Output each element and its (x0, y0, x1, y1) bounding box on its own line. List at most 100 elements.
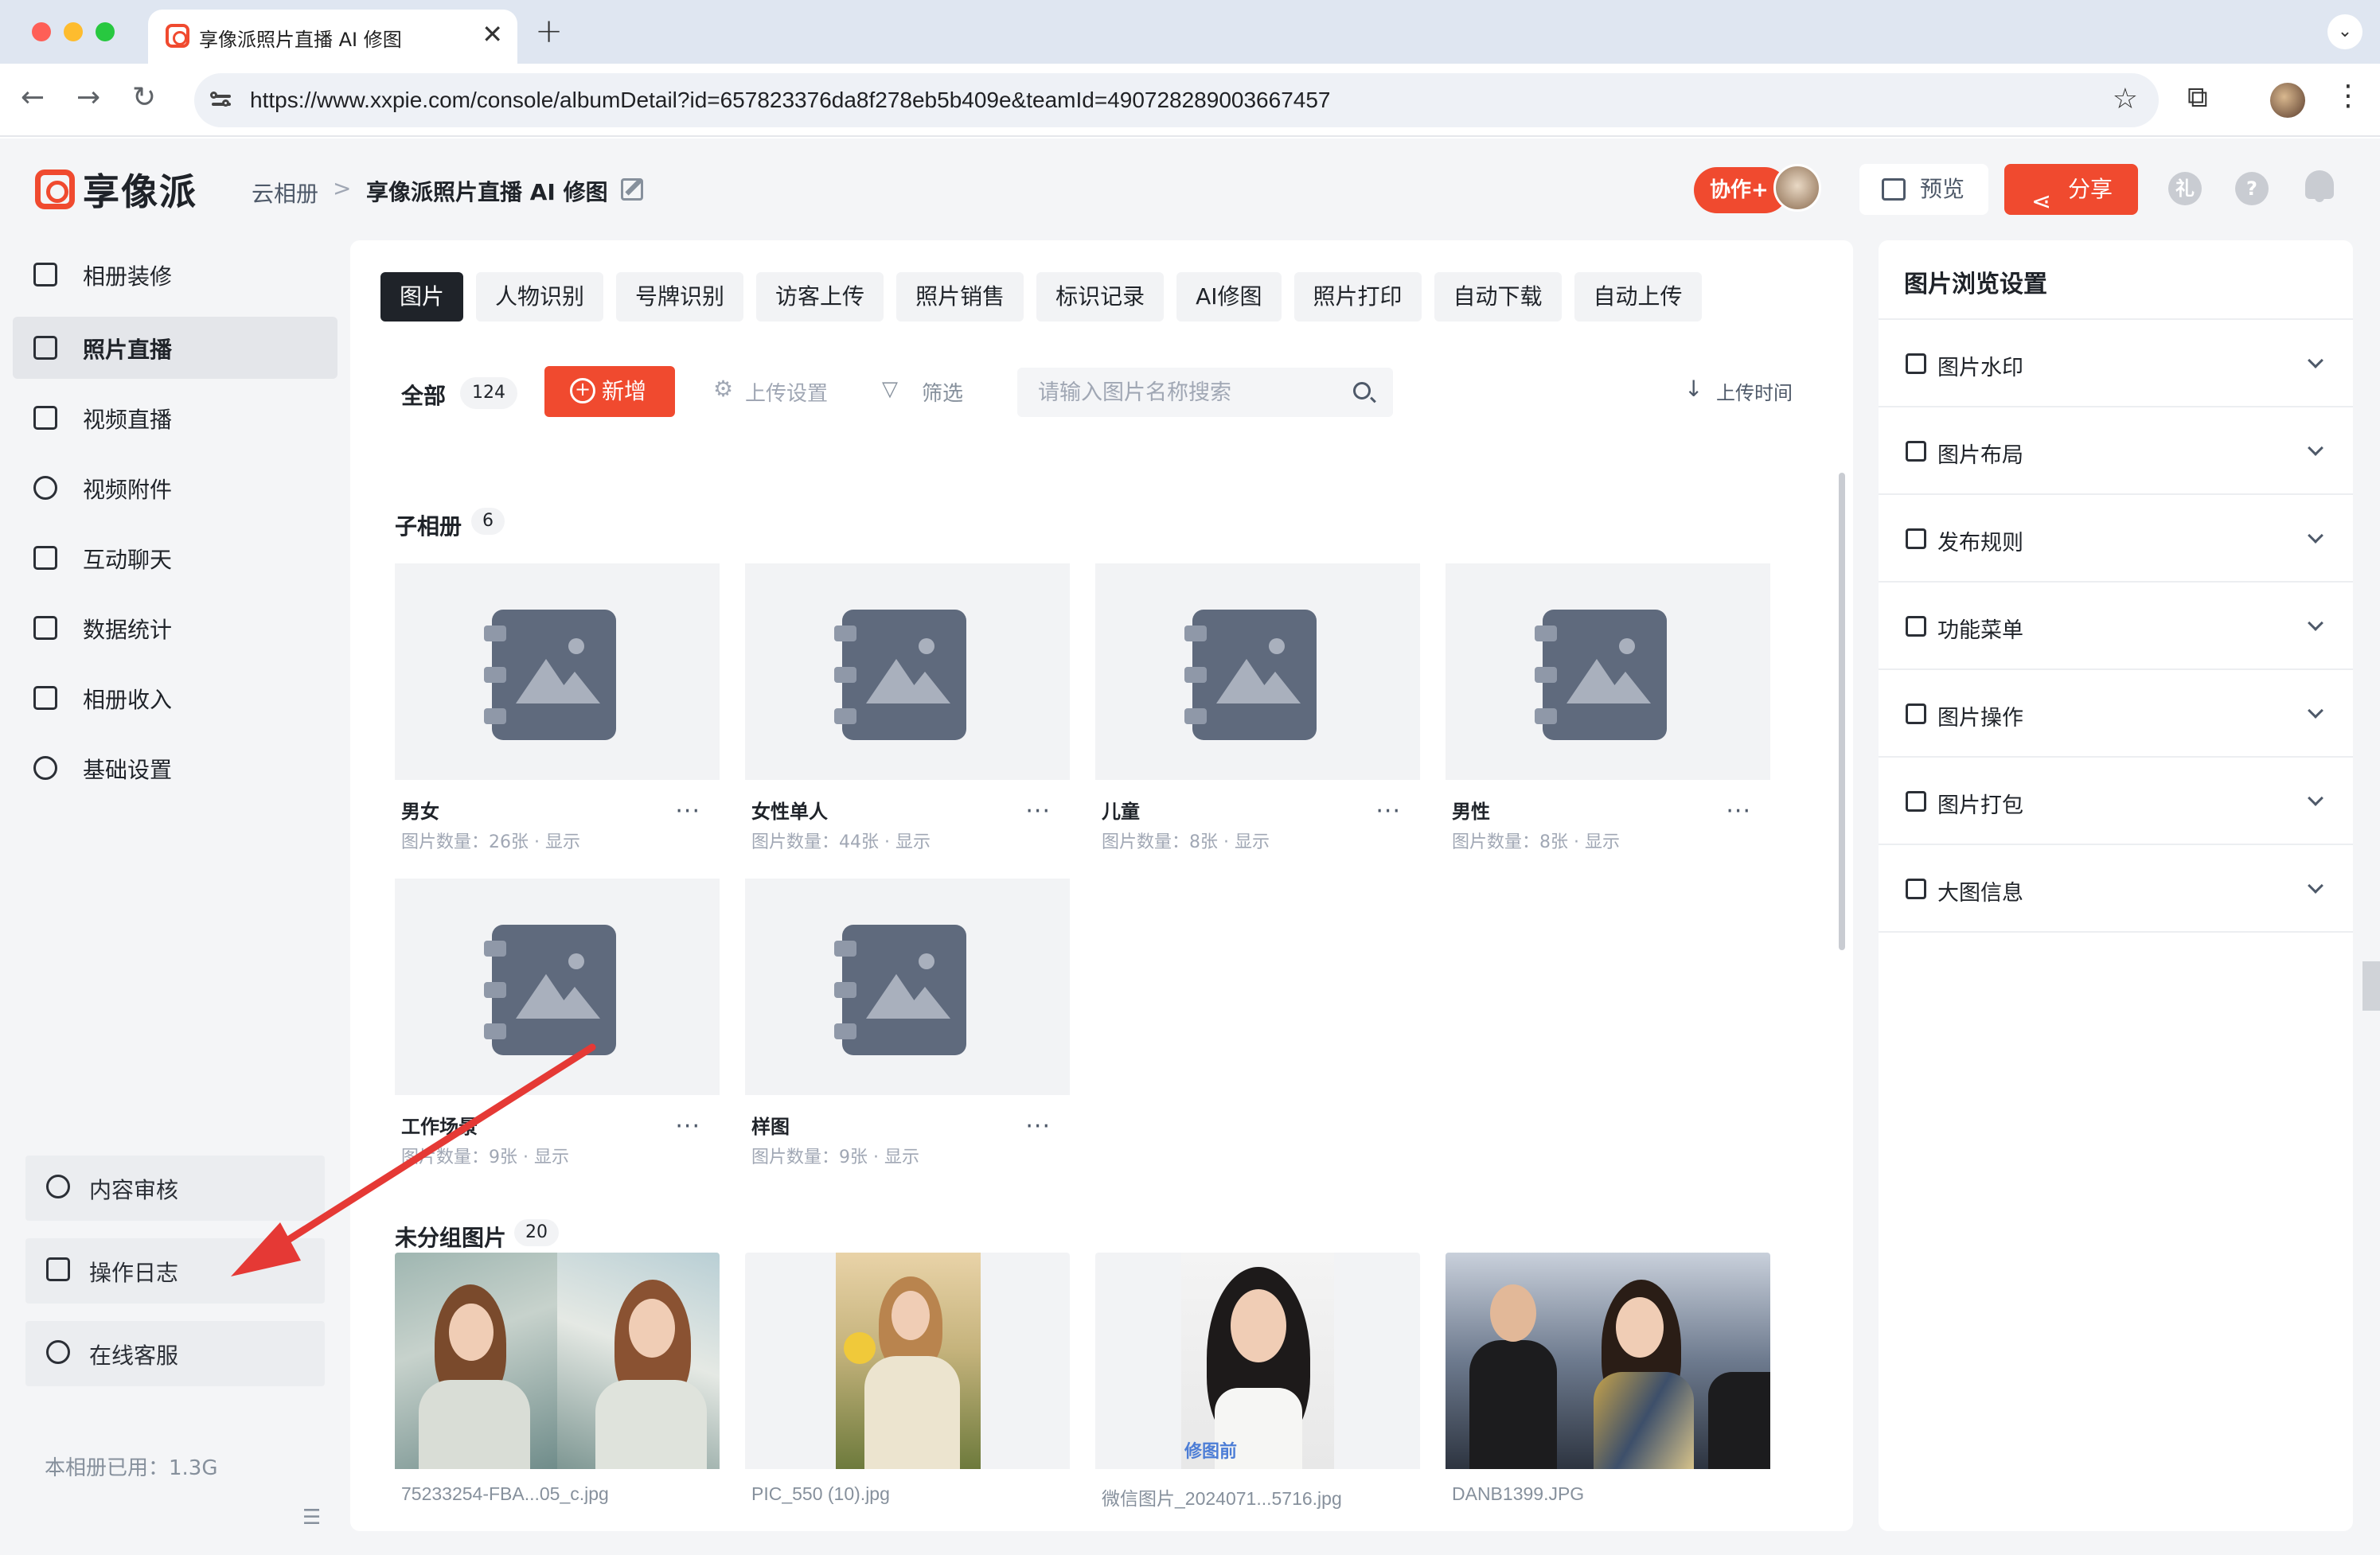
search-input[interactable] (1017, 368, 1352, 417)
new-tab-button[interactable]: + (535, 11, 563, 50)
more-options-icon[interactable]: ··· (1726, 797, 1751, 825)
more-options-icon[interactable]: ··· (1025, 1113, 1051, 1140)
photo-thumbnail[interactable] (395, 1253, 720, 1469)
setting-row-publish-rules[interactable]: 发布规则 (1879, 495, 2353, 583)
browser-tab[interactable]: 享像派照片直播 AI 修图 ✕ (148, 10, 517, 64)
album-cover[interactable] (745, 563, 1070, 780)
more-options-icon[interactable]: ··· (675, 797, 700, 825)
window-minimize-button[interactable] (64, 22, 83, 41)
setting-row-watermark[interactable]: 图片水印 (1879, 320, 2353, 407)
sidebar-item-stats[interactable]: 数据统计 (13, 597, 337, 659)
back-arrow-icon[interactable]: ← (21, 81, 45, 114)
share-label: 分享 (2068, 176, 2113, 202)
chevron-down-icon[interactable] (2308, 878, 2323, 894)
sidebar-item-chat[interactable]: 互动聊天 (13, 527, 337, 589)
album-cover[interactable] (1095, 563, 1420, 780)
photo-card[interactable]: PIC_550 (10).jpg (745, 1253, 1070, 1504)
bookmark-star-icon[interactable]: ☆ (2113, 83, 2138, 115)
sidebar-item-video-attachment[interactable]: 视频附件 (13, 457, 337, 519)
search-icon[interactable] (1353, 382, 1371, 399)
setting-row-function-menu[interactable]: 功能菜单 (1879, 583, 2353, 670)
setting-row-image-info[interactable]: 大图信息 (1879, 845, 2353, 933)
account-badge-icon[interactable]: 礼 (2168, 172, 2202, 205)
forward-arrow-icon[interactable]: → (76, 81, 100, 114)
sidebar-item-video-live[interactable]: 视频直播 (13, 387, 337, 449)
subalbum-card[interactable]: 女性单人 图片数量：44张 · 显示 ··· (745, 563, 1070, 852)
photo-card[interactable]: 75233254-FBA...05_c.jpg (395, 1253, 720, 1504)
more-options-icon[interactable]: ··· (1375, 797, 1401, 825)
photo-card[interactable]: DANB1399.JPG (1446, 1253, 1770, 1504)
tab-close-icon[interactable]: ✕ (482, 19, 503, 49)
subalbum-card[interactable]: 工作场景 图片数量：9张 · 显示 ··· (395, 879, 720, 1167)
photo-card[interactable]: 修图前 微信图片_2024071...5716.jpg (1095, 1253, 1420, 1509)
tab-ai-retouch[interactable]: AI修图 (1176, 272, 1282, 322)
address-bar[interactable]: https://www.xxpie.com/console/albumDetai… (194, 73, 2159, 127)
subalbum-card[interactable]: 儿童 图片数量：8张 · 显示 ··· (1095, 563, 1420, 852)
more-options-icon[interactable]: ··· (675, 1113, 700, 1140)
profile-avatar[interactable] (2270, 83, 2305, 118)
tab-search-chevron-icon[interactable]: ⌄ (2327, 14, 2362, 49)
preview-button[interactable]: 预览 (1859, 164, 1988, 215)
chevron-down-icon[interactable] (2308, 703, 2323, 719)
album-name: 工作场景 (401, 1116, 478, 1138)
sidebar-item-photo-live[interactable]: 照片直播 (13, 317, 337, 379)
window-zoom-button[interactable] (96, 22, 115, 41)
album-cover[interactable] (395, 879, 720, 1095)
sidebar-item-income[interactable]: 相册收入 (13, 667, 337, 729)
tab-bib-recognition[interactable]: 号牌识别 (616, 272, 744, 322)
reload-icon[interactable]: ↻ (132, 81, 156, 114)
window-close-button[interactable] (32, 22, 51, 41)
tab-visitor-upload[interactable]: 访客上传 (756, 272, 884, 322)
help-icon[interactable]: ? (2235, 172, 2269, 205)
chevron-down-icon[interactable] (2308, 615, 2323, 631)
breadcrumb-cloud-album[interactable]: 云相册 (252, 177, 318, 209)
online-support-button[interactable]: 在线客服 (25, 1321, 325, 1386)
notification-bell-icon[interactable] (2305, 170, 2334, 202)
chevron-down-icon[interactable] (2308, 790, 2323, 806)
album-cover[interactable] (1446, 563, 1770, 780)
sidebar-item-decorate[interactable]: 相册装修 (13, 244, 337, 306)
chevron-down-icon[interactable] (2308, 440, 2323, 456)
operation-log-button[interactable]: 操作日志 (25, 1238, 325, 1304)
site-settings-icon[interactable] (209, 88, 234, 113)
all-filter[interactable]: 全部 (401, 379, 446, 411)
chevron-down-icon[interactable] (2308, 528, 2323, 544)
photo-thumbnail[interactable]: 修图前 (1095, 1253, 1420, 1469)
album-cover[interactable] (395, 563, 720, 780)
collapse-sidebar-icon[interactable]: ☰ (302, 1506, 321, 1530)
xxpie-logo[interactable]: 享像派 (35, 167, 197, 213)
browser-menu-icon[interactable]: ⋮ (2334, 80, 2362, 112)
setting-row-photo-operation[interactable]: 图片操作 (1879, 670, 2353, 758)
photo-thumbnail[interactable] (1446, 1253, 1770, 1469)
share-button[interactable]: ⋖ 分享 (2004, 164, 2138, 216)
url-text[interactable]: https://www.xxpie.com/console/albumDetai… (250, 88, 1330, 113)
extensions-puzzle-icon[interactable]: ⧉ (2187, 81, 2208, 115)
page-scrollbar[interactable] (2362, 961, 2380, 1011)
sort-upload-time-button[interactable]: 上传时间 (1684, 376, 1793, 405)
chevron-down-icon[interactable] (2308, 353, 2323, 368)
sidebar-item-basic-settings[interactable]: 基础设置 (13, 737, 337, 799)
content-review-button[interactable]: 内容审核 (25, 1156, 325, 1221)
setting-row-layout[interactable]: 图片布局 (1879, 407, 2353, 495)
edit-title-icon[interactable] (621, 178, 643, 201)
tab-person-recognition[interactable]: 人物识别 (476, 272, 604, 322)
photo-thumbnail[interactable] (745, 1253, 1070, 1469)
subalbum-card[interactable]: 样图 图片数量：9张 · 显示 ··· (745, 879, 1070, 1167)
album-cover[interactable] (745, 879, 1070, 1095)
tab-auto-download[interactable]: 自动下载 (1434, 272, 1562, 322)
upload-settings-button[interactable]: 上传设置 (713, 376, 828, 407)
collaborator-avatar[interactable] (1773, 164, 1821, 212)
tab-photos[interactable]: 图片 (380, 272, 464, 322)
more-options-icon[interactable]: ··· (1025, 797, 1051, 825)
tab-photo-print[interactable]: 照片打印 (1293, 272, 1422, 322)
subalbum-card[interactable]: 男性 图片数量：8张 · 显示 ··· (1446, 563, 1770, 852)
tab-auto-upload[interactable]: 自动上传 (1574, 272, 1702, 322)
add-button[interactable]: 新增 (544, 366, 675, 417)
filter-button[interactable]: 筛选 (882, 377, 963, 407)
subalbum-card[interactable]: 男女 图片数量：26张 · 显示 ··· (395, 563, 720, 852)
content-scrollbar[interactable] (1839, 473, 1845, 950)
browse-settings-panel: 图片浏览设置 图片水印 图片布局 发布规则 功能菜单 图片操作 图片打包 大图信… (1879, 240, 2353, 1531)
tab-photo-sales[interactable]: 照片销售 (896, 272, 1024, 322)
setting-row-photo-package[interactable]: 图片打包 (1879, 758, 2353, 845)
tab-tag-records[interactable]: 标识记录 (1036, 272, 1165, 322)
